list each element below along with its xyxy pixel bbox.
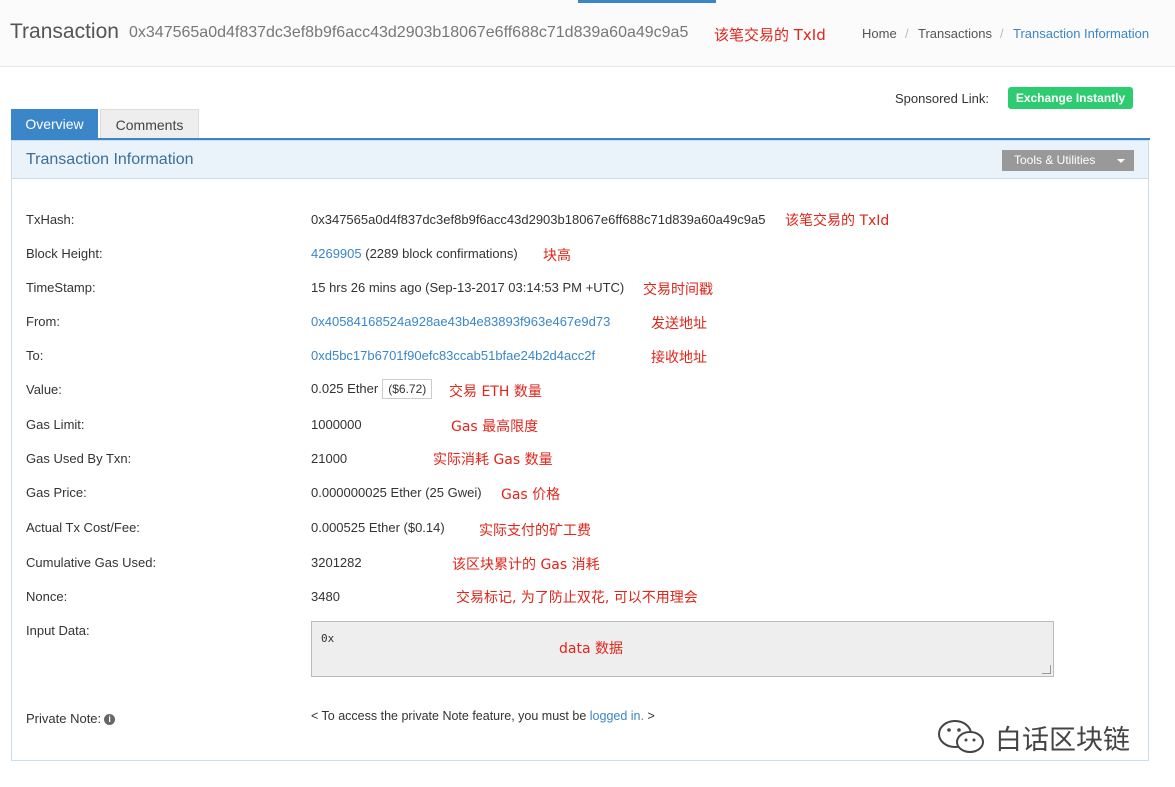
private-note-label-text: Private Note: [26, 711, 102, 726]
fee-value: 0.000525 Ether ($0.14) [311, 520, 445, 535]
tab-overview[interactable]: Overview [11, 109, 98, 139]
info-icon[interactable]: i [104, 714, 116, 726]
input-data-label: Input Data: [26, 623, 90, 638]
gas-price-value: 0.000000025 Ether (25 Gwei) [311, 485, 482, 500]
timestamp-value: 15 hrs 26 mins ago (Sep-13-2017 03:14:53… [311, 280, 625, 295]
to-address-link[interactable]: 0xd5bc17b6701f90efc83ccab51bfae24b2d4acc… [311, 348, 595, 363]
panel-title: Transaction Information [26, 151, 194, 168]
value-label: Value: [26, 382, 62, 397]
value-usd-badge[interactable]: ($6.72) [382, 379, 433, 399]
fee-label: Actual Tx Cost/Fee: [26, 520, 140, 535]
timestamp-label: TimeStamp: [26, 280, 96, 295]
annotation-timestamp: 交易时间戳 [643, 282, 713, 298]
breadcrumb-separator: / [905, 26, 909, 41]
login-link[interactable]: logged in. [590, 709, 644, 723]
resize-handle-icon[interactable] [1042, 665, 1051, 674]
block-confirmations: (2289 block confirmations) [365, 246, 518, 261]
breadcrumb-home[interactable]: Home [862, 26, 897, 41]
block-number-link[interactable]: 4269905 [311, 246, 362, 261]
from-address-link[interactable]: 0x40584168524a928ae43b4e83893f963e467e9d… [311, 314, 610, 329]
annotation-nonce: 交易标记, 为了防止双花, 可以不用理会 [456, 590, 698, 606]
annotation-gas-limit: Gas 最高限度 [451, 419, 539, 435]
private-note-label: Private Note: i [26, 711, 116, 726]
value-amount: 0.025 Ether ($6.72) [311, 379, 433, 399]
tab-comments[interactable]: Comments [100, 109, 199, 139]
annotation-cumulative: 该区块累计的 Gas 消耗 [452, 557, 600, 573]
header-active-indicator [578, 0, 716, 3]
gas-limit-value: 1000000 [311, 417, 362, 432]
annotation-txid: 该笔交易的 TxId [785, 213, 890, 229]
watermark: 白话区块链 [935, 716, 1130, 756]
annotation-from: 发送地址 [651, 316, 707, 332]
annotation-to: 接收地址 [651, 350, 707, 366]
breadcrumb-current: Transaction Information [1013, 26, 1150, 41]
block-height-value: 4269905 (2289 block confirmations) [311, 246, 518, 261]
breadcrumb-transactions[interactable]: Transactions [918, 26, 992, 41]
wechat-icon [938, 720, 984, 753]
annotation-gas-used: 实际消耗 Gas 数量 [433, 452, 553, 468]
tools-utilities-dropdown[interactable]: Tools & Utilities [1002, 150, 1134, 171]
nonce-value: 3480 [311, 589, 340, 604]
value-ether: 0.025 Ether [311, 381, 379, 396]
private-note-prefix: < To access the private Note feature, yo… [311, 709, 587, 723]
annotation-block-height: 块高 [543, 248, 571, 264]
cumulative-gas-value: 3201282 [311, 555, 362, 570]
annotation-input-data: data 数据 [559, 641, 623, 657]
watermark-text: 白话区块链 [995, 725, 1130, 756]
gas-price-label: Gas Price: [26, 485, 87, 500]
annotation-header-txid: 该笔交易的 TxId [714, 26, 826, 44]
gas-limit-label: Gas Limit: [26, 417, 85, 432]
gas-used-value: 21000 [311, 451, 348, 466]
input-data-textarea[interactable]: 0x [311, 621, 1054, 677]
txhash-value: 0x347565a0d4f837dc3ef8b9f6acc43d2903b180… [311, 212, 766, 227]
page-title-hash: 0x347565a0d4f837dc3ef8b9f6acc43d2903b180… [129, 24, 689, 41]
txhash-label: TxHash: [26, 212, 75, 227]
tools-utilities-label: Tools & Utilities [1014, 153, 1096, 167]
private-note-message: < To access the private Note feature, yo… [311, 709, 655, 723]
gas-used-label: Gas Used By Txn: [26, 451, 132, 466]
to-label: To: [26, 348, 44, 363]
breadcrumb-separator: / [1000, 26, 1004, 41]
caret-down-icon [1117, 159, 1125, 163]
exchange-instantly-button[interactable]: Exchange Instantly [1008, 87, 1133, 109]
annotation-value: 交易 ETH 数量 [449, 384, 542, 400]
block-height-label: Block Height: [26, 246, 103, 261]
private-note-suffix: > [647, 709, 655, 723]
nonce-label: Nonce: [26, 589, 68, 604]
from-label: From: [26, 314, 60, 329]
annotation-fee: 实际支付的矿工费 [479, 523, 591, 539]
cumulative-gas-label: Cumulative Gas Used: [26, 555, 157, 570]
sponsored-label: Sponsored Link: [895, 91, 989, 106]
page-title: Transaction [10, 20, 119, 43]
annotation-gas-price: Gas 价格 [501, 487, 561, 503]
input-data-value: 0x [321, 632, 335, 645]
